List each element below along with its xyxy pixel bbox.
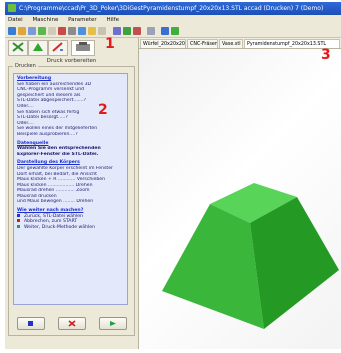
group-label: Drucken xyxy=(13,63,38,69)
navigation-buttons xyxy=(13,317,130,331)
menu-hilfe[interactable]: Hilfe xyxy=(106,17,119,23)
move-icon[interactable] xyxy=(38,27,46,35)
red-x-icon xyxy=(17,219,20,223)
laser-icon xyxy=(52,42,63,52)
save-icon[interactable] xyxy=(18,27,26,35)
open-icon[interactable] xyxy=(8,27,16,35)
print-group: Drucken Vorbereitung Sie haben ein ausre… xyxy=(8,63,135,336)
stop-icon[interactable] xyxy=(58,27,66,35)
application-window: C:\Programme\ccad\Pr_3D_Poker\3DiGestPyr… xyxy=(5,2,341,349)
toolbar xyxy=(5,25,341,38)
3d-model xyxy=(162,183,339,329)
tab-document-3[interactable]: Vase.stl xyxy=(219,39,243,48)
tab-document-1[interactable]: Würfel_20x20x20.stl xyxy=(140,39,186,48)
back-icon xyxy=(28,321,33,326)
menu-maschine[interactable]: Maschine xyxy=(32,17,58,23)
callout-2: 2 xyxy=(98,102,108,118)
print-icon[interactable] xyxy=(28,27,36,35)
app-icon xyxy=(8,4,16,12)
window-title: C:\Programme\ccad\Pr_3D_Poker\3DiGestPyr… xyxy=(19,5,324,12)
menu-bar: Datei Maschine Parameter Hilfe xyxy=(5,15,341,25)
cancel-button[interactable] xyxy=(58,317,86,330)
frustum-front-left-face xyxy=(162,204,264,329)
left-panel-tabs xyxy=(5,38,138,56)
tab-3d-print[interactable] xyxy=(28,40,48,56)
3d-viewport[interactable] xyxy=(139,49,341,349)
monitor-icon[interactable] xyxy=(161,27,169,35)
view-icon[interactable] xyxy=(78,27,86,35)
solid-icon[interactable] xyxy=(123,27,131,35)
next-button[interactable] xyxy=(99,317,127,330)
rotate-icon[interactable] xyxy=(48,27,56,35)
callout-1: 1 xyxy=(105,36,115,52)
blue-square-icon xyxy=(17,213,20,217)
back-button[interactable] xyxy=(17,317,45,330)
tab-laser[interactable] xyxy=(48,40,68,56)
settings-icon[interactable] xyxy=(98,27,106,35)
help-legend-next: Weiter, Druck-Methode wählen xyxy=(17,224,124,231)
cancel-icon xyxy=(68,320,76,327)
tab-machine[interactable] xyxy=(71,40,95,56)
axis-icon[interactable] xyxy=(133,27,141,35)
help-text-panel: Vorbereitung Sie haben ein ausreichendes… xyxy=(13,73,128,305)
menu-datei[interactable]: Datei xyxy=(8,17,23,23)
machine-icon xyxy=(76,42,90,51)
help-line: Der gewählte Körper erscheint im Fenster xyxy=(17,165,113,171)
view-area: Würfel_20x20x20.stl CNC-Fräsen Vase.stl … xyxy=(139,38,341,349)
pyramid-icon xyxy=(33,43,43,51)
grid-icon[interactable] xyxy=(68,27,76,35)
menu-parameter[interactable]: Parameter xyxy=(68,17,97,23)
layers-icon[interactable] xyxy=(147,27,155,35)
frustum-front-right-face xyxy=(250,197,339,329)
zoom-icon[interactable] xyxy=(88,27,96,35)
tab-document-2[interactable]: CNC-Fräsen xyxy=(187,39,218,48)
document-tabs: Würfel_20x20x20.stl CNC-Fräsen Vase.stl … xyxy=(139,38,341,49)
callout-3: 3 xyxy=(321,47,331,63)
help-line: Explorer-Fenster die STL-Datei. xyxy=(17,151,99,157)
title-bar: C:\Programme\ccad\Pr_3D_Poker\3DiGestPyr… xyxy=(5,2,341,15)
help-line: Beispiele ausprobieren....? xyxy=(17,131,78,137)
left-panel: Druck vorbereiten Drucken Vorbereitung S… xyxy=(5,38,139,349)
help-line: und Maus bewegen ........ Drehen xyxy=(17,199,94,205)
next-icon xyxy=(110,321,116,326)
tab-cnc[interactable] xyxy=(8,40,28,56)
printer-3d-icon[interactable] xyxy=(171,27,179,35)
cnc-tool-icon xyxy=(12,42,24,52)
wireframe-icon[interactable] xyxy=(113,27,121,35)
green-arrow-icon xyxy=(17,224,20,228)
